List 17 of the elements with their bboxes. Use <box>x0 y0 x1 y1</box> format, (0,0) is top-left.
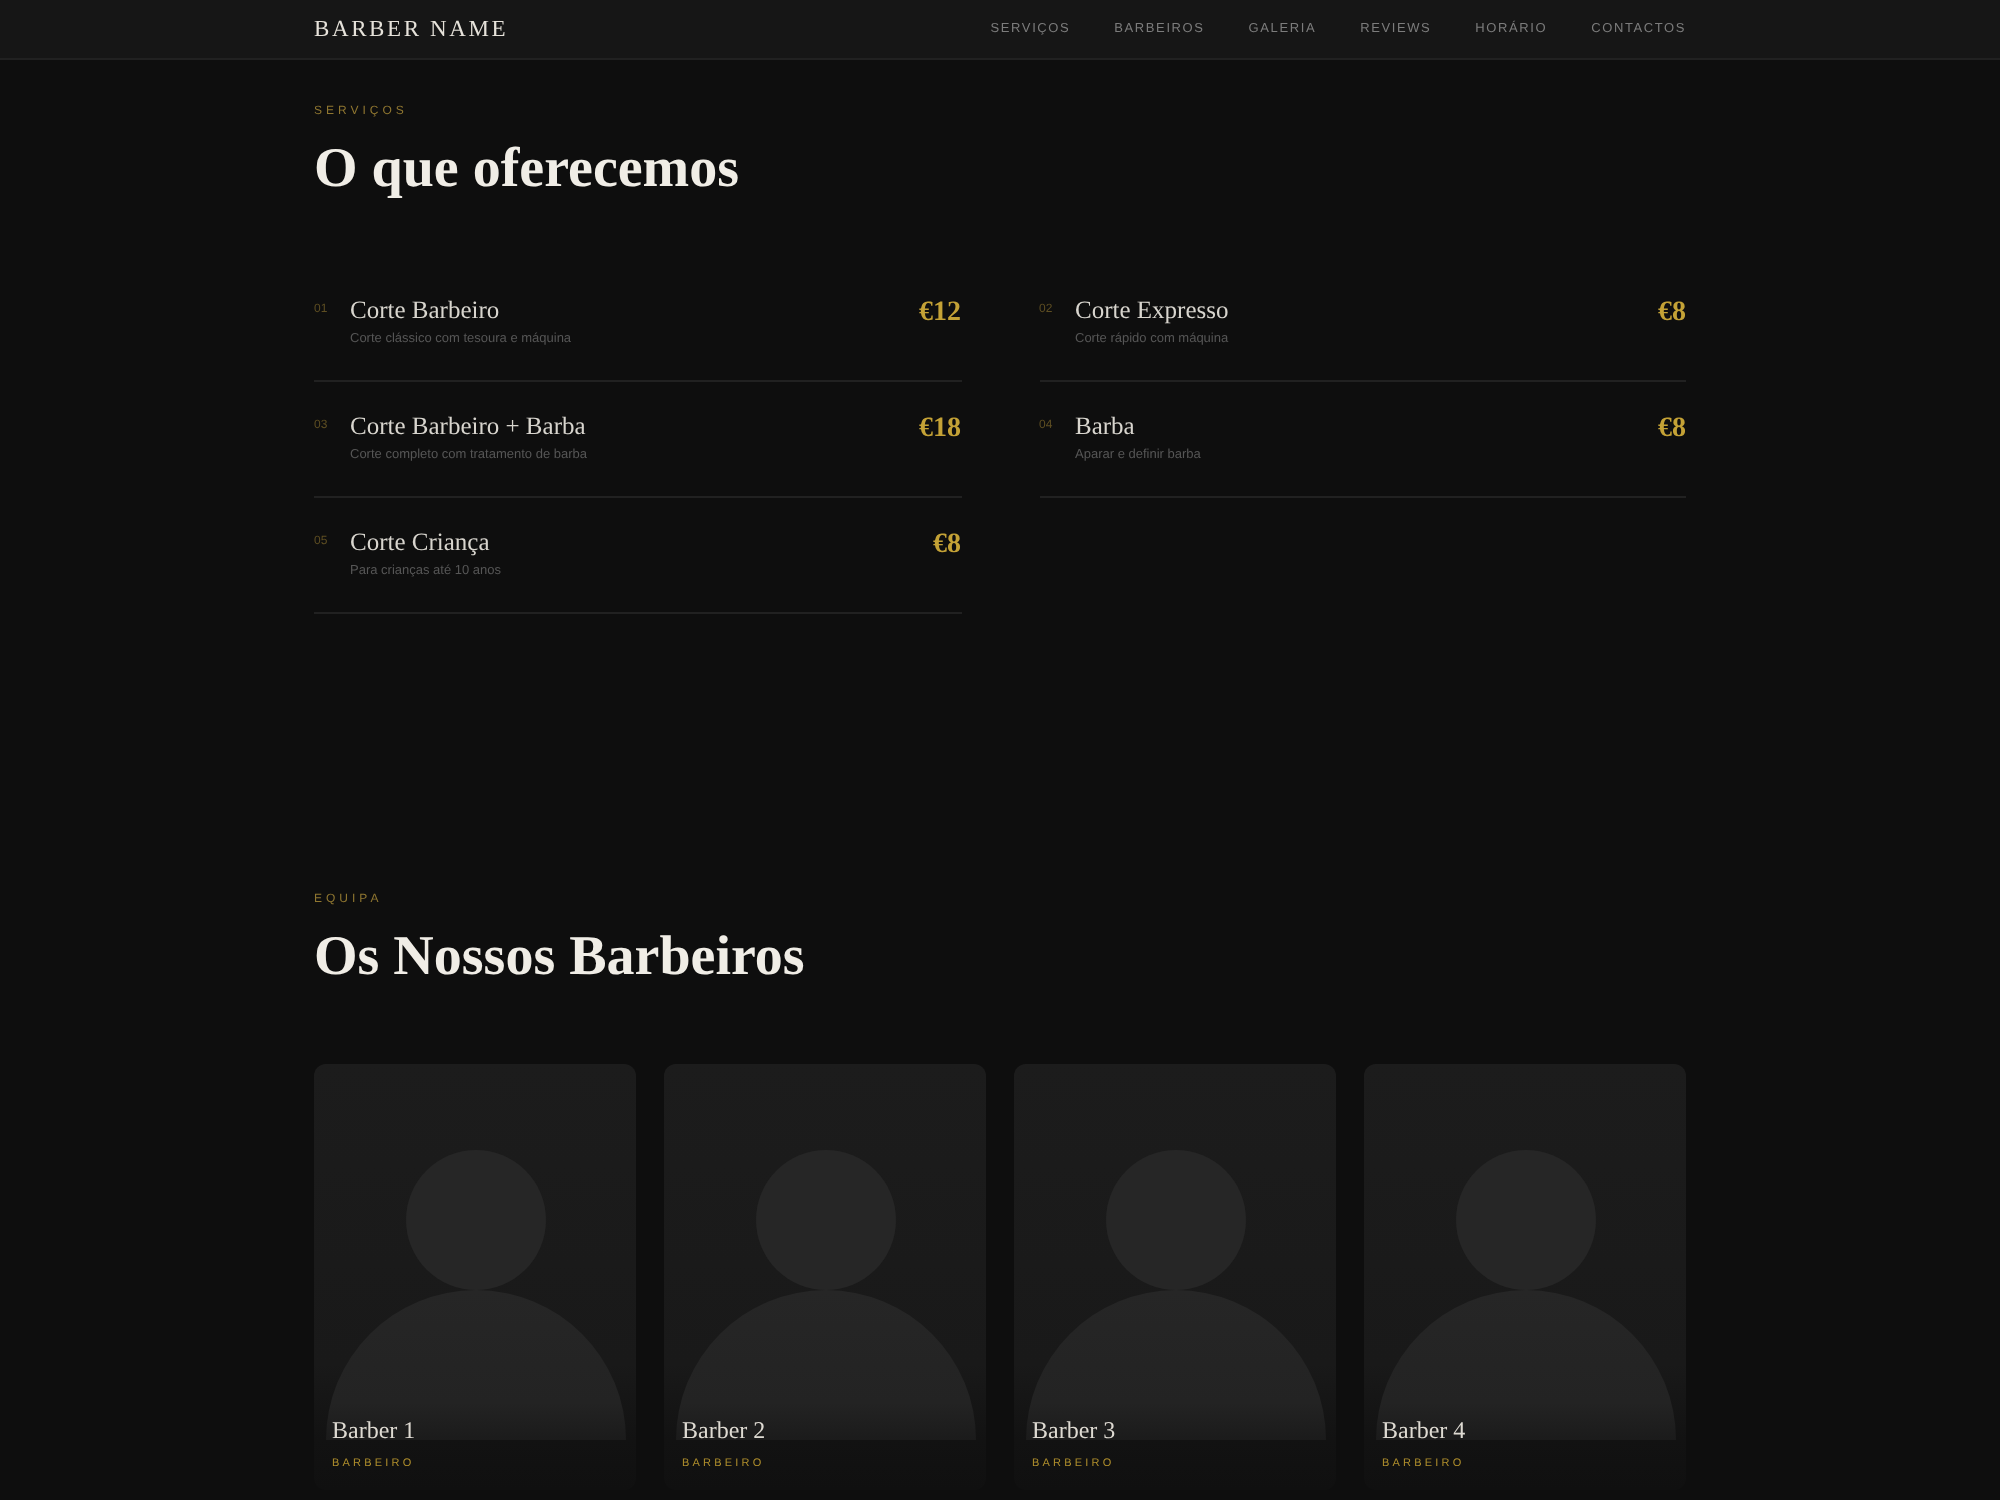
barber-name: Barber 1 <box>332 1416 418 1444</box>
section-title: Os Nossos Barbeiros <box>314 928 807 988</box>
section-title: O que oferecemos <box>314 140 742 200</box>
barber-name: Barber 4 <box>1382 1416 1468 1444</box>
service-price: €8 <box>1658 412 1686 446</box>
service-name: Corte Barbeiro <box>350 296 502 326</box>
service-price: €8 <box>1658 296 1686 330</box>
service-name: Corte Barbeiro + Barba <box>350 412 588 442</box>
service-name: Corte Expresso <box>1075 296 1229 326</box>
brand-logo[interactable]: BARBER NAME <box>314 15 509 43</box>
barber-name: Barber 2 <box>682 1416 768 1444</box>
service-price: €12 <box>919 296 961 330</box>
barber-name: Barber 3 <box>1032 1416 1118 1444</box>
service-name: Barba <box>1075 412 1137 442</box>
service-price: €18 <box>919 412 961 446</box>
service-price: €8 <box>933 528 961 562</box>
service-name: Corte Criança <box>350 528 492 558</box>
